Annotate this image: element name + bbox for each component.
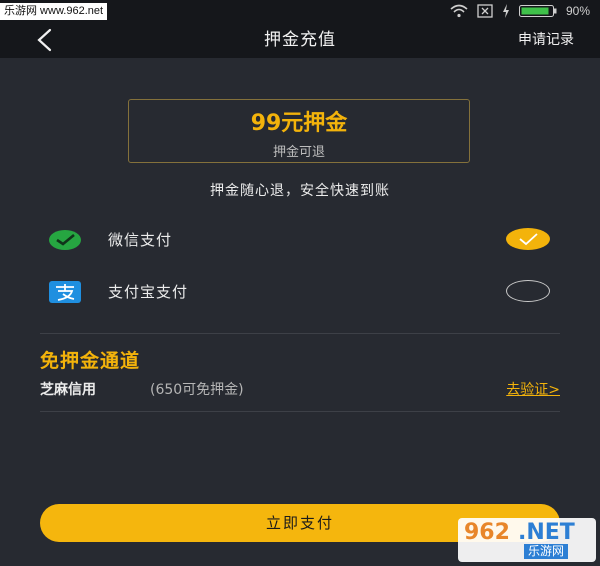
divider: [40, 411, 560, 412]
watermark-net: .NET: [518, 520, 575, 545]
deposit-refundable-note: 押金可退: [272, 145, 325, 160]
apply-records-link[interactable]: 申请记录: [518, 22, 574, 58]
watermark-top: 乐游网 www.962.net: [0, 3, 108, 20]
payment-option-alipay[interactable]: 支付宝支付: [40, 272, 560, 312]
divider: [40, 333, 560, 334]
check-icon: [519, 233, 538, 246]
payment-label-wechat: 微信支付: [108, 231, 173, 249]
free-deposit-title: 免押金通道: [40, 350, 141, 372]
battery-percent: 90%: [565, 4, 590, 18]
alipay-icon: [49, 281, 81, 303]
wifi-icon: [450, 4, 468, 18]
verify-link[interactable]: 去验证>: [506, 380, 560, 400]
payment-label-alipay: 支付宝支付: [108, 283, 189, 301]
sesame-credit-requirement: (650可免押金): [150, 382, 244, 398]
charging-icon: [502, 4, 509, 18]
watermark-number: 962: [464, 520, 510, 545]
watermark-site-name: 乐游网: [524, 544, 569, 559]
radio-selected[interactable]: [506, 228, 550, 250]
sesame-credit-row: 芝麻信用 (650可免押金) 去验证>: [40, 380, 560, 402]
status-bar: 乐游网 www.962.net 90%: [0, 0, 600, 22]
no-sim-icon: [477, 4, 493, 18]
battery-icon: [518, 5, 557, 17]
tagline: 押金随心退，安全快速到账: [210, 183, 390, 199]
nav-bar: 押金充值 申请记录: [0, 22, 600, 58]
page-title: 押金充值: [264, 30, 336, 50]
sesame-credit-label: 芝麻信用: [40, 382, 96, 398]
deposit-amount: 99元押金: [250, 111, 348, 136]
watermark-logo: 962 .NET 乐游网: [458, 518, 596, 562]
status-icons: 90%: [450, 2, 590, 20]
deposit-card: 99元押金 押金可退: [128, 99, 470, 163]
payment-option-wechat[interactable]: 微信支付: [40, 220, 560, 260]
radio-unselected[interactable]: [506, 280, 550, 302]
wechat-pay-icon: [49, 230, 81, 250]
